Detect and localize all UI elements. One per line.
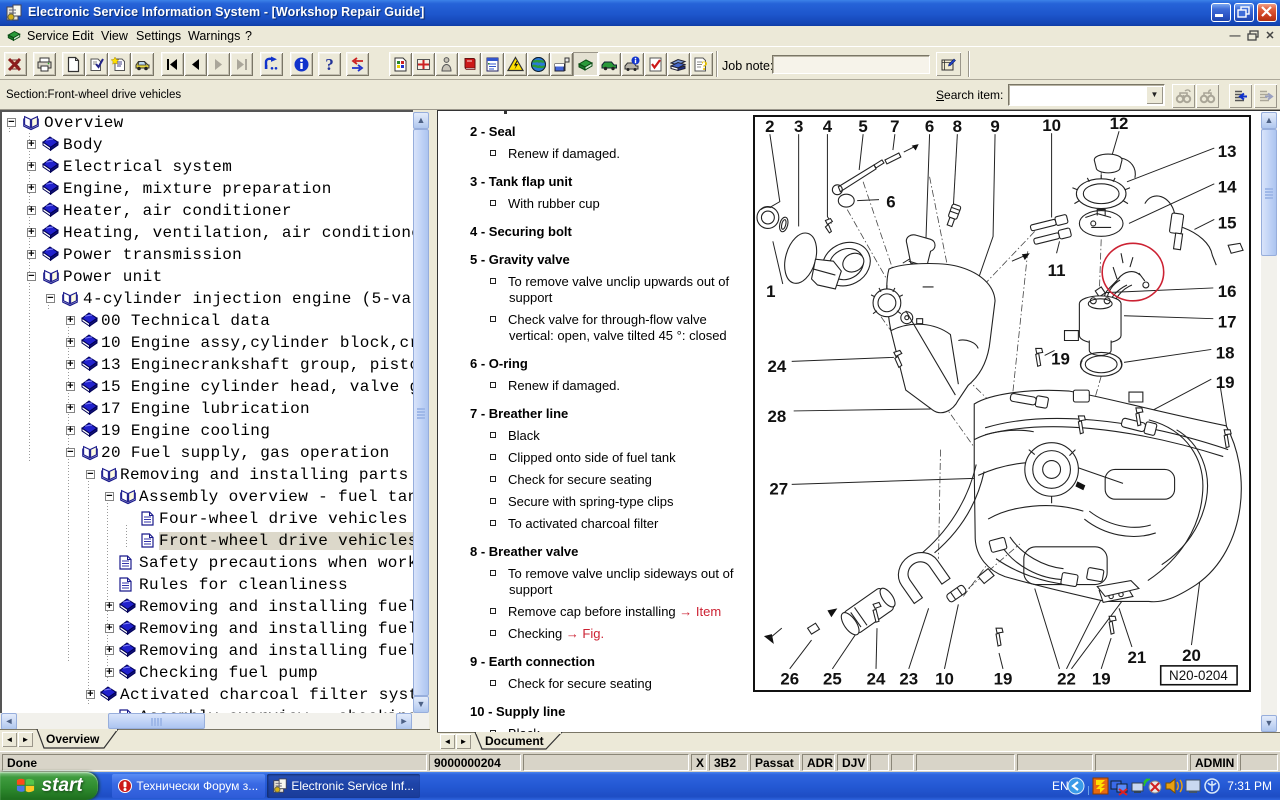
svg-text:8: 8 (953, 117, 962, 136)
svg-text:4: 4 (823, 117, 833, 136)
svg-text:18: 18 (1216, 343, 1235, 362)
svg-text:3: 3 (794, 117, 803, 136)
svg-text:28: 28 (767, 407, 786, 426)
svg-text:5: 5 (858, 117, 867, 136)
svg-text:10: 10 (1042, 116, 1061, 135)
svg-text:17: 17 (1218, 313, 1237, 332)
svg-text:25: 25 (823, 670, 842, 689)
svg-text:7: 7 (890, 117, 899, 136)
svg-text:12: 12 (1110, 115, 1129, 133)
svg-text:19: 19 (1092, 670, 1111, 689)
svg-text:6: 6 (925, 117, 934, 136)
svg-text:13: 13 (1218, 142, 1237, 161)
svg-text:15: 15 (1218, 213, 1237, 232)
svg-text:11: 11 (1048, 261, 1066, 280)
svg-text:16: 16 (1218, 282, 1237, 301)
svg-text:10: 10 (935, 670, 954, 689)
svg-text:20: 20 (1182, 646, 1201, 665)
svg-text:14: 14 (1218, 178, 1237, 197)
svg-text:19: 19 (1216, 373, 1235, 392)
svg-text:19: 19 (994, 670, 1013, 689)
svg-text:22: 22 (1057, 670, 1076, 689)
svg-text:23: 23 (899, 670, 918, 689)
svg-text:9: 9 (990, 117, 999, 136)
svg-text:21: 21 (1128, 648, 1147, 667)
svg-text:6: 6 (886, 193, 895, 212)
svg-text:1: 1 (766, 282, 775, 301)
svg-text:?: ? (325, 56, 334, 73)
svg-text:2: 2 (765, 117, 774, 136)
svg-text:24: 24 (867, 670, 886, 689)
svg-text:19: 19 (1051, 349, 1070, 368)
svg-text:26: 26 (780, 670, 799, 689)
svg-text:24: 24 (767, 357, 786, 376)
svg-text:27: 27 (769, 479, 788, 498)
svg-text:N20-0204: N20-0204 (1169, 668, 1228, 683)
svg-text:?: ? (701, 58, 708, 73)
